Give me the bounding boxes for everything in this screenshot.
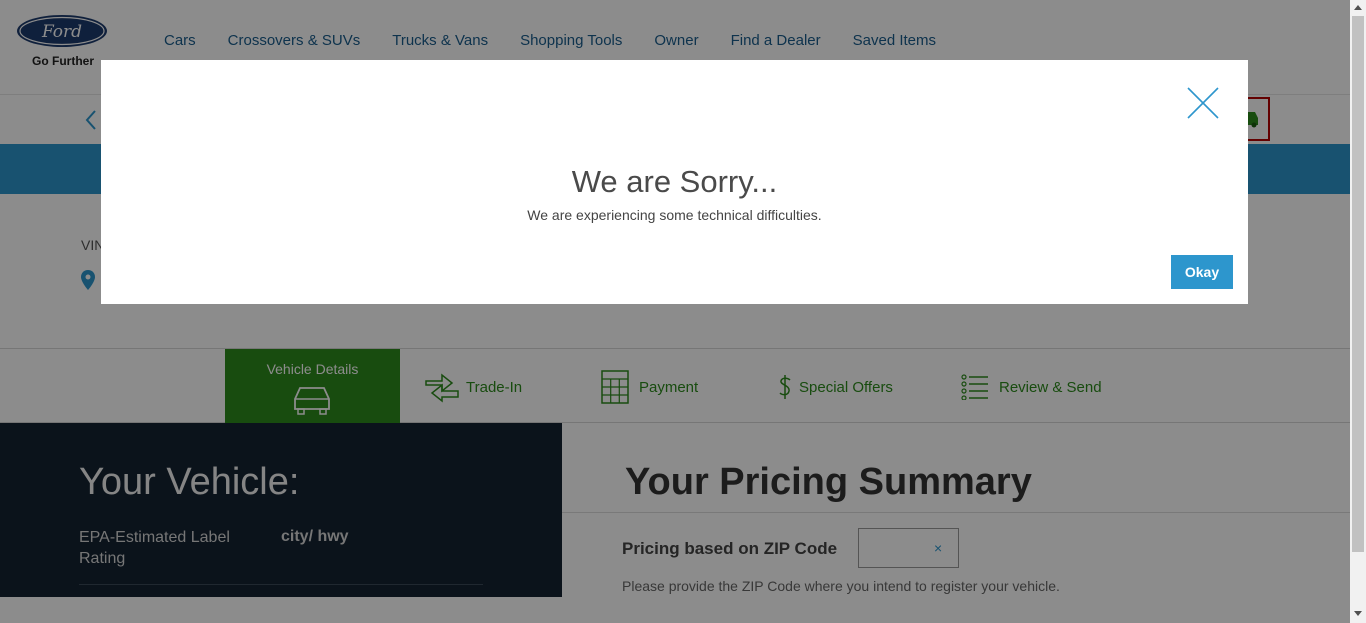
page-scrollbar[interactable] xyxy=(1350,0,1366,623)
scrollbar-thumb[interactable] xyxy=(1352,16,1364,552)
dialog-title: We are Sorry... xyxy=(571,164,778,199)
okay-button[interactable]: Okay xyxy=(1171,255,1233,289)
dialog-message: We are experiencing some technical diffi… xyxy=(527,207,822,223)
scroll-down-arrow-icon[interactable] xyxy=(1354,611,1362,616)
close-icon[interactable] xyxy=(1186,86,1220,120)
error-dialog: We are Sorry... We are experiencing some… xyxy=(101,60,1248,304)
scroll-up-arrow-icon[interactable] xyxy=(1354,5,1362,10)
